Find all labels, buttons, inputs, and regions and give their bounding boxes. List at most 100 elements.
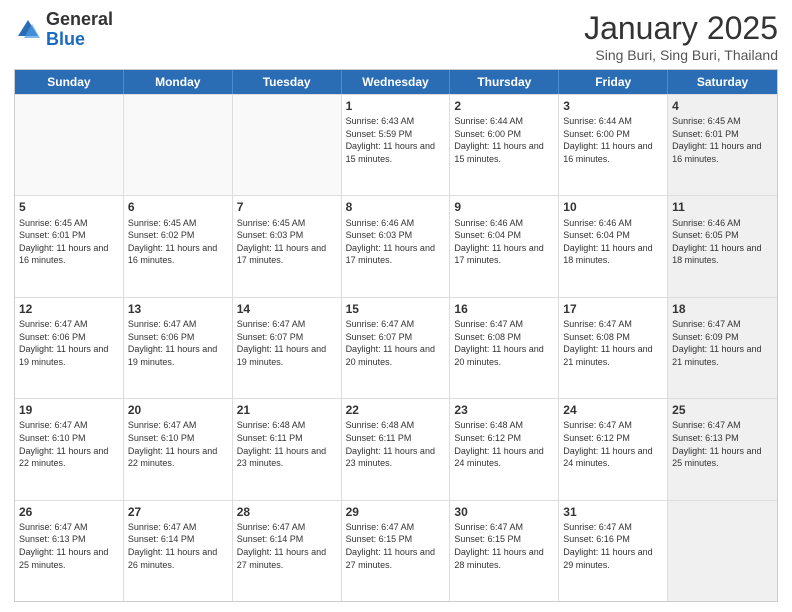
cal-cell-empty-0: [15, 95, 124, 195]
cal-cell-20: 20Sunrise: 6:47 AM Sunset: 6:10 PM Dayli…: [124, 399, 233, 499]
cal-cell-22: 22Sunrise: 6:48 AM Sunset: 6:11 PM Dayli…: [342, 399, 451, 499]
cal-cell-8: 8Sunrise: 6:46 AM Sunset: 6:03 PM Daylig…: [342, 196, 451, 296]
cell-info: Sunrise: 6:48 AM Sunset: 6:12 PM Dayligh…: [454, 419, 554, 469]
cal-cell-18: 18Sunrise: 6:47 AM Sunset: 6:09 PM Dayli…: [668, 298, 777, 398]
cell-info: Sunrise: 6:47 AM Sunset: 6:10 PM Dayligh…: [128, 419, 228, 469]
cell-info: Sunrise: 6:47 AM Sunset: 6:10 PM Dayligh…: [19, 419, 119, 469]
page: General Blue January 2025 Sing Buri, Sin…: [0, 0, 792, 612]
title-block: January 2025 Sing Buri, Sing Buri, Thail…: [584, 10, 778, 63]
calendar-row-2: 5 Sunrise: 6:45 AM Sunset: 6:01 PM Daylig…: [15, 195, 777, 296]
header: General Blue January 2025 Sing Buri, Sin…: [14, 10, 778, 63]
cell-info: Sunrise: 6:47 AM Sunset: 6:06 PM Dayligh…: [19, 318, 119, 368]
cal-cell-5: 5 Sunrise: 6:45 AM Sunset: 6:01 PM Daylig…: [15, 196, 124, 296]
day-header-wednesday: Wednesday: [342, 70, 451, 94]
cell-info: Sunrise: 6:45 AM Sunset: 6:02 PM Dayligh…: [128, 217, 228, 267]
cal-cell-6: 6 Sunrise: 6:45 AM Sunset: 6:02 PM Daylig…: [124, 196, 233, 296]
cal-cell-4: 4Sunrise: 6:45 AM Sunset: 6:01 PM Daylig…: [668, 95, 777, 195]
day-number: 14: [237, 301, 337, 317]
day-number: 2: [454, 98, 554, 114]
cal-cell-16: 16Sunrise: 6:47 AM Sunset: 6:08 PM Dayli…: [450, 298, 559, 398]
cell-info: Sunrise: 6:46 AM Sunset: 6:04 PM Dayligh…: [563, 217, 663, 267]
day-number: 26: [19, 504, 119, 520]
day-number: 18: [672, 301, 773, 317]
logo-blue-text: Blue: [46, 29, 85, 49]
day-number: 10: [563, 199, 663, 215]
cell-info: Sunrise: 6:46 AM Sunset: 6:05 PM Dayligh…: [672, 217, 773, 267]
day-number: 13: [128, 301, 228, 317]
cal-cell-19: 19Sunrise: 6:47 AM Sunset: 6:10 PM Dayli…: [15, 399, 124, 499]
day-number: 23: [454, 402, 554, 418]
day-number: 28: [237, 504, 337, 520]
cal-cell-14: 14Sunrise: 6:47 AM Sunset: 6:07 PM Dayli…: [233, 298, 342, 398]
day-number: 3: [563, 98, 663, 114]
cal-cell-15: 15Sunrise: 6:47 AM Sunset: 6:07 PM Dayli…: [342, 298, 451, 398]
cal-cell-1: 1Sunrise: 6:43 AM Sunset: 5:59 PM Daylig…: [342, 95, 451, 195]
cell-info: Sunrise: 6:47 AM Sunset: 6:15 PM Dayligh…: [454, 521, 554, 571]
cell-info: Sunrise: 6:47 AM Sunset: 6:07 PM Dayligh…: [237, 318, 337, 368]
cal-cell-3: 3Sunrise: 6:44 AM Sunset: 6:00 PM Daylig…: [559, 95, 668, 195]
day-number: 30: [454, 504, 554, 520]
cal-cell-24: 24Sunrise: 6:47 AM Sunset: 6:12 PM Dayli…: [559, 399, 668, 499]
day-number: 27: [128, 504, 228, 520]
cal-cell-30: 30Sunrise: 6:47 AM Sunset: 6:15 PM Dayli…: [450, 501, 559, 601]
day-number: 1: [346, 98, 446, 114]
cell-info: Sunrise: 6:47 AM Sunset: 6:08 PM Dayligh…: [563, 318, 663, 368]
day-number: 19: [19, 402, 119, 418]
cell-info: Sunrise: 6:44 AM Sunset: 6:00 PM Dayligh…: [454, 115, 554, 165]
day-number: 16: [454, 301, 554, 317]
cal-cell-9: 9 Sunrise: 6:46 AM Sunset: 6:04 PM Daylig…: [450, 196, 559, 296]
day-number: 17: [563, 301, 663, 317]
cell-info: Sunrise: 6:48 AM Sunset: 6:11 PM Dayligh…: [346, 419, 446, 469]
cell-info: Sunrise: 6:48 AM Sunset: 6:11 PM Dayligh…: [237, 419, 337, 469]
day-header-tuesday: Tuesday: [233, 70, 342, 94]
cal-cell-17: 17Sunrise: 6:47 AM Sunset: 6:08 PM Dayli…: [559, 298, 668, 398]
day-header-sunday: Sunday: [15, 70, 124, 94]
day-number: 9: [454, 199, 554, 215]
calendar-row-1: 1Sunrise: 6:43 AM Sunset: 5:59 PM Daylig…: [15, 94, 777, 195]
calendar-row-4: 19Sunrise: 6:47 AM Sunset: 6:10 PM Dayli…: [15, 398, 777, 499]
cell-info: Sunrise: 6:47 AM Sunset: 6:15 PM Dayligh…: [346, 521, 446, 571]
cal-cell-12: 12Sunrise: 6:47 AM Sunset: 6:06 PM Dayli…: [15, 298, 124, 398]
calendar: SundayMondayTuesdayWednesdayThursdayFrid…: [14, 69, 778, 602]
day-number: 29: [346, 504, 446, 520]
cell-info: Sunrise: 6:45 AM Sunset: 6:03 PM Dayligh…: [237, 217, 337, 267]
cal-cell-25: 25Sunrise: 6:47 AM Sunset: 6:13 PM Dayli…: [668, 399, 777, 499]
cal-cell-29: 29Sunrise: 6:47 AM Sunset: 6:15 PM Dayli…: [342, 501, 451, 601]
day-header-monday: Monday: [124, 70, 233, 94]
day-number: 31: [563, 504, 663, 520]
day-headers: SundayMondayTuesdayWednesdayThursdayFrid…: [15, 70, 777, 94]
logo-text: General Blue: [46, 10, 113, 50]
cal-cell-empty-1: [124, 95, 233, 195]
cell-info: Sunrise: 6:43 AM Sunset: 5:59 PM Dayligh…: [346, 115, 446, 165]
cell-info: Sunrise: 6:46 AM Sunset: 6:03 PM Dayligh…: [346, 217, 446, 267]
logo: General Blue: [14, 10, 113, 50]
cal-cell-11: 11Sunrise: 6:46 AM Sunset: 6:05 PM Dayli…: [668, 196, 777, 296]
day-number: 5: [19, 199, 119, 215]
cell-info: Sunrise: 6:47 AM Sunset: 6:08 PM Dayligh…: [454, 318, 554, 368]
day-number: 4: [672, 98, 773, 114]
day-number: 7: [237, 199, 337, 215]
cell-info: Sunrise: 6:45 AM Sunset: 6:01 PM Dayligh…: [19, 217, 119, 267]
cal-cell-28: 28Sunrise: 6:47 AM Sunset: 6:14 PM Dayli…: [233, 501, 342, 601]
calendar-subtitle: Sing Buri, Sing Buri, Thailand: [584, 47, 778, 63]
day-header-saturday: Saturday: [668, 70, 777, 94]
cal-cell-23: 23Sunrise: 6:48 AM Sunset: 6:12 PM Dayli…: [450, 399, 559, 499]
day-number: 12: [19, 301, 119, 317]
cell-info: Sunrise: 6:47 AM Sunset: 6:13 PM Dayligh…: [19, 521, 119, 571]
day-number: 25: [672, 402, 773, 418]
cal-cell-2: 2Sunrise: 6:44 AM Sunset: 6:00 PM Daylig…: [450, 95, 559, 195]
cal-cell-27: 27Sunrise: 6:47 AM Sunset: 6:14 PM Dayli…: [124, 501, 233, 601]
cell-info: Sunrise: 6:47 AM Sunset: 6:14 PM Dayligh…: [128, 521, 228, 571]
cal-cell-7: 7 Sunrise: 6:45 AM Sunset: 6:03 PM Daylig…: [233, 196, 342, 296]
cal-cell-empty-2: [233, 95, 342, 195]
day-number: 6: [128, 199, 228, 215]
day-number: 24: [563, 402, 663, 418]
cell-info: Sunrise: 6:47 AM Sunset: 6:06 PM Dayligh…: [128, 318, 228, 368]
cal-cell-empty-6: [668, 501, 777, 601]
calendar-row-3: 12Sunrise: 6:47 AM Sunset: 6:06 PM Dayli…: [15, 297, 777, 398]
cell-info: Sunrise: 6:46 AM Sunset: 6:04 PM Dayligh…: [454, 217, 554, 267]
cell-info: Sunrise: 6:47 AM Sunset: 6:07 PM Dayligh…: [346, 318, 446, 368]
calendar-row-5: 26Sunrise: 6:47 AM Sunset: 6:13 PM Dayli…: [15, 500, 777, 601]
calendar-body: 1Sunrise: 6:43 AM Sunset: 5:59 PM Daylig…: [15, 94, 777, 601]
day-number: 15: [346, 301, 446, 317]
